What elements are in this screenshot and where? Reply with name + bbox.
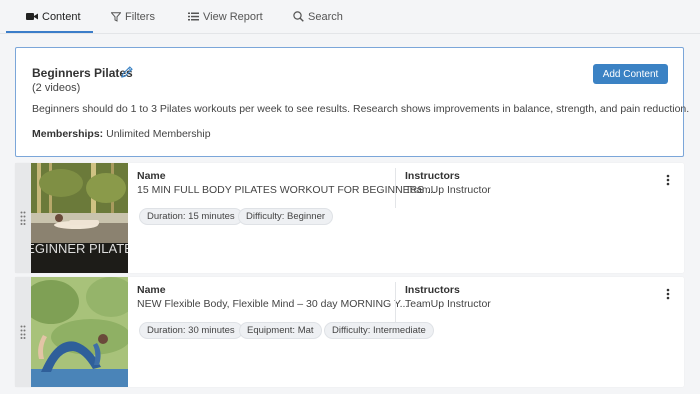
thumbnail-text: BEGINNER PILATES xyxy=(31,241,128,256)
equipment-tag: Equipment: Mat xyxy=(239,322,322,339)
more-options-icon[interactable] xyxy=(665,173,671,186)
collection-panel: Beginners Pilates (2 videos) Beginners s… xyxy=(15,47,689,157)
drag-handle[interactable] xyxy=(15,163,31,273)
filter-icon xyxy=(111,11,121,22)
memberships-label: Memberships: xyxy=(32,128,104,140)
tab-label: Search xyxy=(308,10,343,23)
more-options-icon[interactable] xyxy=(665,287,671,300)
tab-content[interactable]: Content xyxy=(26,0,81,33)
divider xyxy=(0,33,700,34)
tab-search[interactable]: Search xyxy=(293,0,343,33)
memberships-value: Unlimited Membership xyxy=(106,128,211,140)
video-camera-icon xyxy=(26,12,38,21)
divider xyxy=(395,282,396,322)
instructors-label: Instructors xyxy=(405,284,460,296)
collection-title: Beginners Pilates xyxy=(32,66,133,80)
tab-view-report[interactable]: View Report xyxy=(188,0,263,33)
instructors-label: Instructors xyxy=(405,170,460,182)
instructor-name: TeamUp Instructor xyxy=(405,298,491,310)
tab-label: View Report xyxy=(203,10,263,23)
video-thumbnail[interactable]: BEGINNER PILATES xyxy=(31,163,128,273)
difficulty-tag: Difficulty: Intermediate xyxy=(324,322,434,339)
divider xyxy=(395,168,396,208)
video-thumbnail[interactable] xyxy=(31,277,128,387)
tab-label: Content xyxy=(42,10,81,23)
video-name: NEW Flexible Body, Flexible Mind – 30 da… xyxy=(137,298,409,310)
memberships: Memberships: Unlimited Membership xyxy=(32,128,211,140)
drag-dots-icon xyxy=(20,325,26,339)
video-card[interactable]: Name NEW Flexible Body, Flexible Mind – … xyxy=(15,277,684,387)
drag-dots-icon xyxy=(20,211,26,225)
duration-tag: Duration: 15 minutes xyxy=(139,208,243,225)
tab-label: Filters xyxy=(125,10,155,23)
duration-tag: Duration: 30 minutes xyxy=(139,322,243,339)
difficulty-tag: Difficulty: Beginner xyxy=(238,208,334,225)
name-label: Name xyxy=(137,284,166,296)
tab-bar: Content Filters View Report Search xyxy=(0,0,700,33)
drag-handle[interactable] xyxy=(15,277,31,387)
name-label: Name xyxy=(137,170,166,182)
list-icon xyxy=(188,12,199,21)
instructor-name: TeamUp Instructor xyxy=(405,184,491,196)
tab-filters[interactable]: Filters xyxy=(111,0,155,33)
pencil-icon[interactable] xyxy=(120,65,134,79)
video-card[interactable]: BEGINNER PILATES Name 15 MIN FULL BODY P… xyxy=(15,163,684,273)
collection-description: Beginners should do 1 to 3 Pilates worko… xyxy=(32,103,690,115)
search-icon xyxy=(293,11,304,22)
video-count: (2 videos) xyxy=(32,82,81,94)
add-content-button[interactable]: Add Content xyxy=(593,64,668,84)
video-name: 15 MIN FULL BODY PILATES WORKOUT FOR BEG… xyxy=(137,184,436,196)
